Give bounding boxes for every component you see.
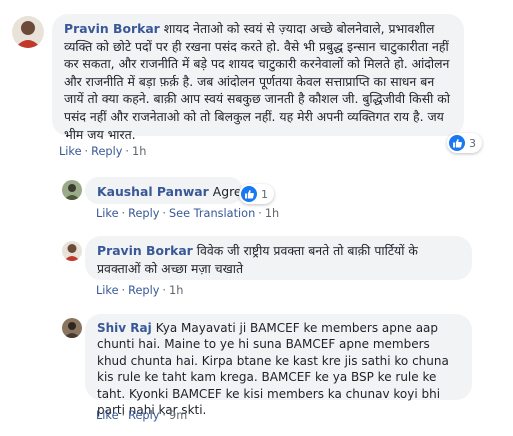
comment-author[interactable]: Pravin Borkar [64, 21, 160, 36]
comment-bubble: Pravin Borkar विवेक जी राष्ट्रीय प्रवक्ता… [85, 236, 472, 280]
like-thumb-icon [449, 135, 465, 151]
like-link[interactable]: Like [96, 207, 119, 220]
separator: · [121, 284, 126, 297]
comment-actions: Like · Reply · 9m [96, 409, 187, 422]
profile-photo-icon [62, 241, 82, 261]
separator: · [162, 409, 167, 422]
avatar[interactable] [12, 16, 44, 48]
like-link[interactable]: Like [96, 284, 119, 297]
profile-photo-icon [62, 318, 82, 338]
comment-author[interactable]: Shiv Raj [97, 321, 152, 335]
comment-text: Kya Mayavati ji BAMCEF ke members apne a… [97, 321, 449, 418]
comment-author[interactable]: Kaushal Panwar [97, 184, 209, 199]
comment-actions: Like · Reply · 1h [96, 284, 183, 297]
timestamp[interactable]: 9m [169, 409, 187, 422]
profile-photo-icon [62, 180, 82, 200]
timestamp[interactable]: 1h [132, 145, 146, 158]
profile-photo-icon [12, 16, 44, 48]
reaction-badge[interactable]: 3 [447, 133, 482, 153]
reply-link[interactable]: Reply [128, 284, 159, 297]
comment-bubble: Pravin Borkar शायद नेताओ को स्वयं से ज़्य… [52, 14, 464, 142]
avatar[interactable] [62, 241, 82, 261]
reaction-count: 3 [469, 136, 476, 150]
separator: · [162, 207, 167, 220]
separator: · [84, 145, 89, 158]
avatar[interactable] [62, 318, 82, 338]
comment-actions: Like · Reply · 1h [59, 145, 146, 158]
reaction-badge[interactable]: 1 [239, 184, 274, 204]
comment-bubble: Kaushal Panwar Agree [85, 177, 249, 204]
separator: · [162, 284, 167, 297]
like-thumb-icon [241, 186, 257, 202]
separator: · [121, 409, 126, 422]
avatar[interactable] [62, 180, 82, 200]
separator: · [125, 145, 130, 158]
reply-link[interactable]: Reply [91, 145, 122, 158]
like-link[interactable]: Like [96, 409, 119, 422]
see-translation-link[interactable]: See Translation [169, 207, 255, 220]
timestamp[interactable]: 1h [169, 284, 183, 297]
timestamp[interactable]: 1h [265, 207, 279, 220]
comment-author[interactable]: Pravin Borkar [97, 243, 193, 258]
separator: · [121, 207, 126, 220]
separator: · [258, 207, 262, 220]
reply-link[interactable]: Reply [128, 409, 159, 422]
reply-link[interactable]: Reply [128, 207, 159, 220]
reaction-count: 1 [261, 187, 268, 201]
like-link[interactable]: Like [59, 145, 82, 158]
comment-bubble: Shiv Raj Kya Mayavati ji BAMCEF ke member… [85, 314, 472, 417]
comment-text: शायद नेताओ को स्वयं से ज़्यादा अच्छे बोल… [64, 21, 450, 142]
comment-actions: Like · Reply · See Translation · 1h [96, 207, 279, 220]
